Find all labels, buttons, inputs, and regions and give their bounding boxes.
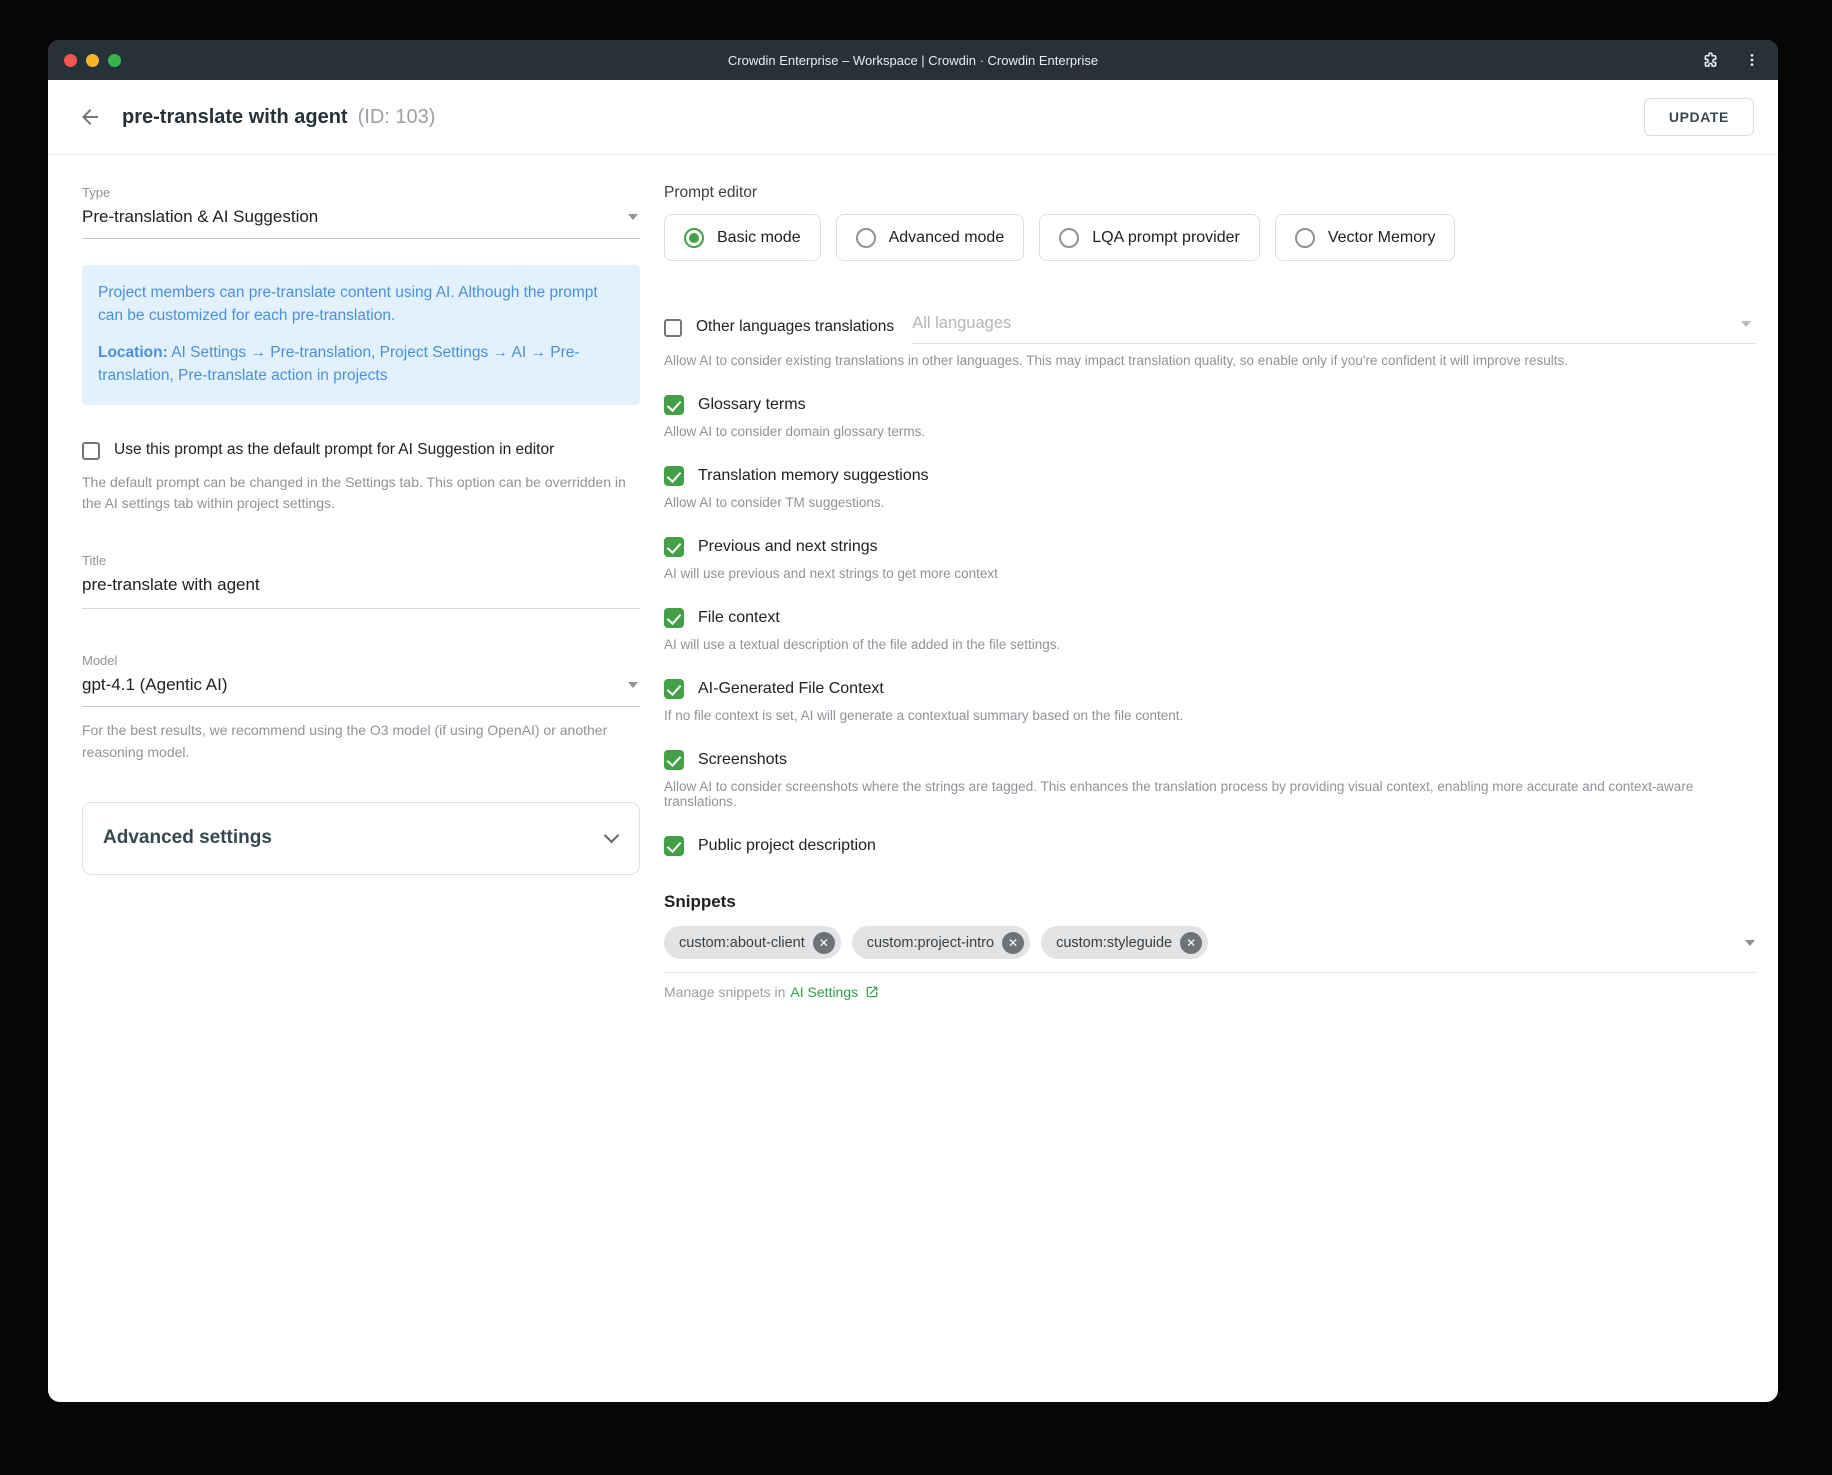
info-paragraph: Project members can pre-translate conten… — [98, 282, 624, 328]
type-select[interactable]: Pre-translation & AI Suggestion — [82, 200, 640, 239]
checkbox-checked-icon[interactable] — [664, 608, 684, 628]
info-location: Location: AI Settings → Pre-translation,… — [98, 342, 624, 388]
context-options-list: Glossary terms Allow AI to consider doma… — [664, 395, 1755, 856]
context-option: Translation memory suggestions Allow AI … — [664, 466, 1755, 510]
chevron-down-icon — [604, 828, 620, 844]
title-label: Title — [82, 553, 640, 568]
window-controls — [64, 54, 121, 67]
context-option: Previous and next strings AI will use pr… — [664, 537, 1755, 581]
checkbox-checked-icon[interactable] — [664, 466, 684, 486]
model-label: Model — [82, 653, 640, 668]
radio-icon — [684, 228, 704, 248]
default-prompt-checkbox-row[interactable]: Use this prompt as the default prompt fo… — [82, 441, 640, 460]
context-option: Public project description — [664, 836, 1755, 856]
radio-icon — [1059, 228, 1079, 248]
page-header: pre-translate with agent (ID: 103) UPDAT… — [48, 80, 1778, 155]
browser-menu-icon[interactable] — [1742, 50, 1762, 70]
browser-titlebar: Crowdin Enterprise – Workspace | Crowdin… — [48, 40, 1778, 80]
prompt-mode-option[interactable]: Advanced mode — [836, 214, 1025, 261]
manage-snippets-line: Manage snippets in AI Settings — [664, 984, 1755, 1000]
prompt-mode-group: Basic mode Advanced mode LQA prompt prov… — [664, 214, 1755, 261]
advanced-settings-toggle[interactable]: Advanced settings — [82, 802, 640, 875]
type-value: Pre-translation & AI Suggestion — [82, 207, 318, 227]
radio-icon — [856, 228, 876, 248]
default-prompt-helper: The default prompt can be changed in the… — [82, 472, 640, 515]
remove-chip-icon[interactable]: ✕ — [1180, 932, 1202, 954]
model-helper: For the best results, we recommend using… — [82, 720, 640, 763]
ai-settings-link[interactable]: AI Settings — [790, 984, 858, 1000]
checkbox-checked-icon[interactable] — [664, 395, 684, 415]
prompt-mode-option[interactable]: Vector Memory — [1275, 214, 1456, 261]
page-title: pre-translate with agent — [122, 106, 348, 129]
checkbox-unchecked-icon[interactable] — [664, 319, 682, 337]
other-languages-row: Other languages translations All languag… — [664, 310, 1755, 344]
minimize-window-icon[interactable] — [86, 54, 99, 67]
snippet-chip: custom:about-client ✕ — [664, 926, 841, 959]
title-input[interactable]: pre-translate with agent — [82, 568, 640, 609]
browser-window: Crowdin Enterprise – Workspace | Crowdin… — [48, 40, 1778, 1402]
remove-chip-icon[interactable]: ✕ — [1002, 932, 1024, 954]
extensions-icon[interactable] — [1700, 50, 1720, 70]
context-option: AI-Generated File Context If no file con… — [664, 679, 1755, 723]
radio-icon — [1295, 228, 1315, 248]
info-box: Project members can pre-translate conten… — [82, 265, 640, 405]
other-languages-label: Other languages translations — [696, 318, 894, 336]
remove-chip-icon[interactable]: ✕ — [813, 932, 835, 954]
advanced-settings-label: Advanced settings — [103, 827, 272, 849]
context-option: Screenshots Allow AI to consider screens… — [664, 750, 1755, 809]
type-label: Type — [82, 185, 640, 200]
checkbox-checked-icon[interactable] — [664, 836, 684, 856]
model-value: gpt-4.1 (Agentic AI) — [82, 675, 228, 695]
manage-snippets-prefix: Manage snippets in — [664, 984, 785, 1000]
chevron-down-icon — [1741, 321, 1751, 327]
prompt-mode-option[interactable]: LQA prompt provider — [1039, 214, 1260, 261]
update-button[interactable]: UPDATE — [1644, 98, 1754, 136]
snippets-heading: Snippets — [664, 892, 1755, 912]
close-window-icon[interactable] — [64, 54, 77, 67]
snippet-chip: custom:project-intro ✕ — [852, 926, 1030, 959]
maximize-window-icon[interactable] — [108, 54, 121, 67]
external-link-icon — [865, 985, 879, 999]
other-languages-helper: Allow AI to consider existing translatio… — [664, 353, 1755, 368]
prompt-editor-label: Prompt editor — [664, 184, 1755, 202]
snippets-select[interactable]: custom:about-client ✕ custom:project-int… — [664, 926, 1755, 973]
chevron-down-icon — [1745, 940, 1755, 946]
checkbox-checked-icon[interactable] — [664, 679, 684, 699]
back-button[interactable] — [76, 103, 104, 131]
tab-title: Crowdin Enterprise – Workspace | Crowdin… — [48, 53, 1778, 68]
prompt-mode-option[interactable]: Basic mode — [664, 214, 821, 261]
checkbox-unchecked-icon[interactable] — [82, 442, 100, 460]
checkbox-checked-icon[interactable] — [664, 750, 684, 770]
all-languages-select[interactable]: All languages — [912, 310, 1755, 344]
context-option: Glossary terms Allow AI to consider doma… — [664, 395, 1755, 439]
chevron-down-icon — [628, 214, 638, 220]
chevron-down-icon — [628, 682, 638, 688]
model-select[interactable]: gpt-4.1 (Agentic AI) — [82, 668, 640, 707]
page-id: (ID: 103) — [358, 106, 436, 129]
checkbox-checked-icon[interactable] — [664, 537, 684, 557]
snippet-chip: custom:styleguide ✕ — [1041, 926, 1208, 959]
all-languages-placeholder: All languages — [912, 314, 1011, 333]
snippet-chips: custom:about-client ✕ custom:project-int… — [664, 926, 1745, 959]
context-option: File context AI will use a textual descr… — [664, 608, 1755, 652]
default-prompt-label: Use this prompt as the default prompt fo… — [114, 441, 554, 459]
